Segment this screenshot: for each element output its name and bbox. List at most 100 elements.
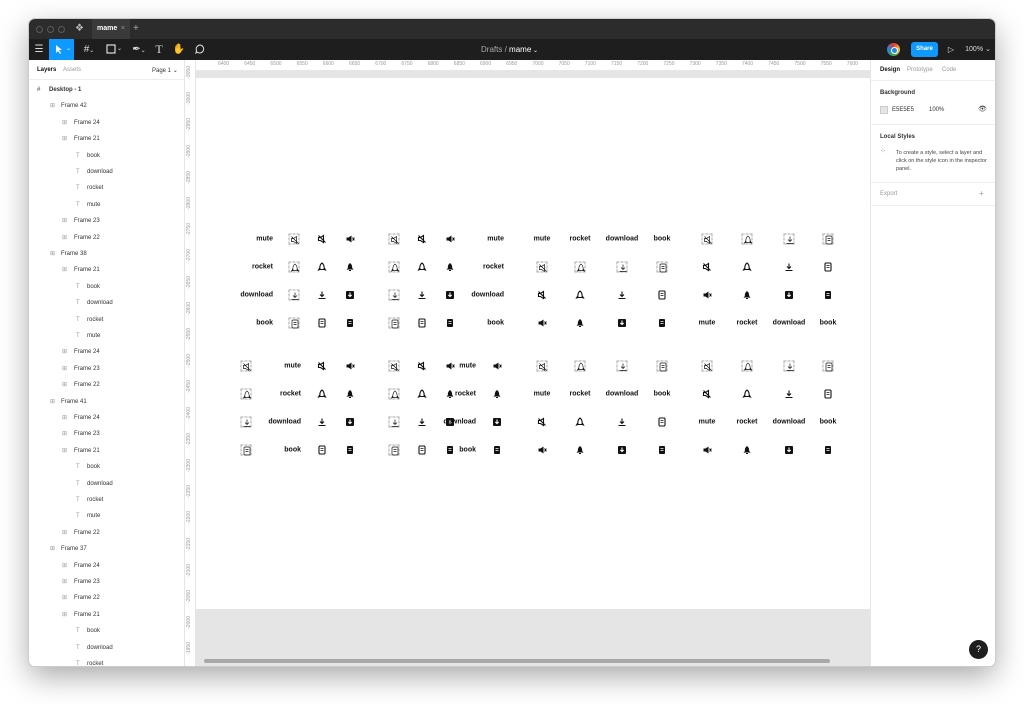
layer-row-frame[interactable]: ⊞ Frame 22 — [29, 377, 184, 393]
rocket-icon[interactable] — [574, 360, 586, 372]
layer-row-frame[interactable]: ⊞ Frame 24 — [29, 344, 184, 360]
download-icon[interactable] — [784, 445, 795, 456]
mute-icon[interactable] — [702, 290, 713, 301]
mute-icon[interactable] — [537, 445, 548, 456]
layer-row-text[interactable]: Trocket — [29, 492, 184, 508]
icon-label-rocket[interactable]: rocket — [483, 264, 504, 271]
layer-row-frame[interactable]: ⊞ Frame 21 — [29, 262, 184, 278]
mute-icon[interactable] — [537, 290, 548, 301]
book-icon[interactable] — [823, 262, 834, 273]
layer-row-frame[interactable]: ⊞ Frame 21 — [29, 607, 184, 623]
mute-icon[interactable] — [702, 389, 713, 400]
rocket-icon[interactable] — [445, 262, 456, 273]
layer-row-text[interactable]: Tmute — [29, 508, 184, 524]
download-icon[interactable] — [345, 417, 356, 428]
book-icon[interactable] — [317, 318, 328, 329]
rocket-icon[interactable] — [741, 360, 753, 372]
new-tab-button[interactable]: + — [133, 19, 139, 39]
book-icon[interactable] — [388, 444, 400, 456]
book-icon[interactable] — [657, 290, 668, 301]
mute-icon[interactable] — [701, 360, 713, 372]
rocket-icon[interactable] — [492, 389, 503, 400]
rocket-icon[interactable] — [345, 389, 356, 400]
tab-design[interactable]: Design — [880, 67, 900, 73]
icon-label-book[interactable]: book — [654, 236, 671, 243]
rocket-icon[interactable] — [388, 388, 400, 400]
figma-logo-icon[interactable]: ❖ — [75, 23, 84, 34]
tab-code[interactable]: Code — [942, 67, 956, 73]
layer-row-frame[interactable]: ⊞ Frame 23 — [29, 361, 184, 377]
background-hex[interactable]: E5E5E5 — [892, 107, 914, 113]
mute-icon[interactable] — [492, 361, 503, 372]
icon-label-rocket[interactable]: rocket — [736, 320, 757, 327]
book-icon[interactable] — [288, 317, 300, 329]
layer-row-frame[interactable]: ⊞ Frame 38 — [29, 246, 184, 262]
rocket-icon[interactable] — [445, 389, 456, 400]
layer-row-frame[interactable]: ⊞ Frame 23 — [29, 574, 184, 590]
rocket-icon[interactable] — [742, 290, 753, 301]
book-icon[interactable] — [822, 360, 834, 372]
mute-icon[interactable] — [702, 445, 713, 456]
layer-row-text[interactable]: Trocket — [29, 180, 184, 196]
rocket-icon[interactable] — [317, 389, 328, 400]
download-icon[interactable] — [388, 416, 400, 428]
share-button[interactable]: Share — [911, 42, 938, 57]
layer-row-frame[interactable]: ⊞ Frame 21 — [29, 443, 184, 459]
layer-row-text[interactable]: Tbook — [29, 459, 184, 475]
mute-icon[interactable] — [317, 361, 328, 372]
icon-label-download[interactable]: download — [443, 419, 476, 426]
breadcrumb-drafts[interactable]: Drafts — [481, 45, 502, 54]
layer-row-text[interactable]: Trocket — [29, 656, 184, 666]
rocket-icon[interactable] — [575, 417, 586, 428]
download-icon[interactable] — [616, 261, 628, 273]
file-tab[interactable]: mame × — [92, 19, 130, 39]
layer-row-frame[interactable]: ⊞ Frame 24 — [29, 410, 184, 426]
rocket-icon[interactable] — [417, 262, 428, 273]
book-icon[interactable] — [823, 290, 834, 301]
mute-icon[interactable] — [536, 360, 548, 372]
layer-row-frame[interactable]: ⊞ Frame 37 — [29, 541, 184, 557]
icon-label-mute[interactable]: mute — [487, 236, 504, 243]
book-icon[interactable] — [445, 445, 456, 456]
icon-label-rocket[interactable]: rocket — [736, 419, 757, 426]
book-icon[interactable] — [656, 261, 668, 273]
mute-icon[interactable] — [388, 360, 400, 372]
layer-row-frame[interactable]: # Desktop - 1 — [29, 82, 184, 98]
book-icon[interactable] — [823, 445, 834, 456]
layer-row-frame[interactable]: ⊞ Frame 22 — [29, 230, 184, 246]
icon-label-mute[interactable]: mute — [284, 363, 301, 370]
icon-label-download[interactable]: download — [606, 391, 639, 398]
horizontal-scrollbar[interactable] — [204, 659, 830, 663]
icon-label-book[interactable]: book — [820, 419, 837, 426]
layer-row-frame[interactable]: ⊞ Frame 24 — [29, 558, 184, 574]
canvas[interactable]: mute mute rocket rocket download download book… — [196, 71, 870, 666]
book-icon[interactable] — [445, 318, 456, 329]
download-icon[interactable] — [783, 233, 795, 245]
mute-icon[interactable] — [445, 234, 456, 245]
icon-label-book[interactable]: book — [256, 320, 273, 327]
layer-row-frame[interactable]: ⊞ Frame 22 — [29, 590, 184, 606]
rocket-icon[interactable] — [575, 318, 586, 329]
icon-label-mute[interactable]: mute — [459, 363, 476, 370]
mute-icon[interactable] — [537, 417, 548, 428]
icon-label-mute[interactable]: mute — [699, 419, 716, 426]
download-icon[interactable] — [783, 360, 795, 372]
close-window-button[interactable] — [36, 26, 43, 33]
icon-label-book[interactable]: book — [654, 391, 671, 398]
download-icon[interactable] — [492, 417, 503, 428]
present-play-icon[interactable]: ▷ — [945, 39, 957, 60]
book-icon[interactable] — [657, 417, 668, 428]
download-icon[interactable] — [617, 318, 628, 329]
page-select[interactable]: Page 1 ⌄ — [152, 67, 178, 74]
download-icon[interactable] — [617, 445, 628, 456]
layer-row-frame[interactable]: ⊞ Frame 42 — [29, 98, 184, 114]
text-tool-button[interactable]: T — [153, 39, 165, 60]
rocket-icon[interactable] — [574, 261, 586, 273]
layer-row-text[interactable]: Trocket — [29, 312, 184, 328]
layer-row-text[interactable]: Tmute — [29, 197, 184, 213]
icon-label-download[interactable]: download — [240, 292, 273, 299]
mute-icon[interactable] — [701, 233, 713, 245]
book-icon[interactable] — [345, 318, 356, 329]
download-icon[interactable] — [417, 417, 428, 428]
download-icon[interactable] — [317, 290, 328, 301]
